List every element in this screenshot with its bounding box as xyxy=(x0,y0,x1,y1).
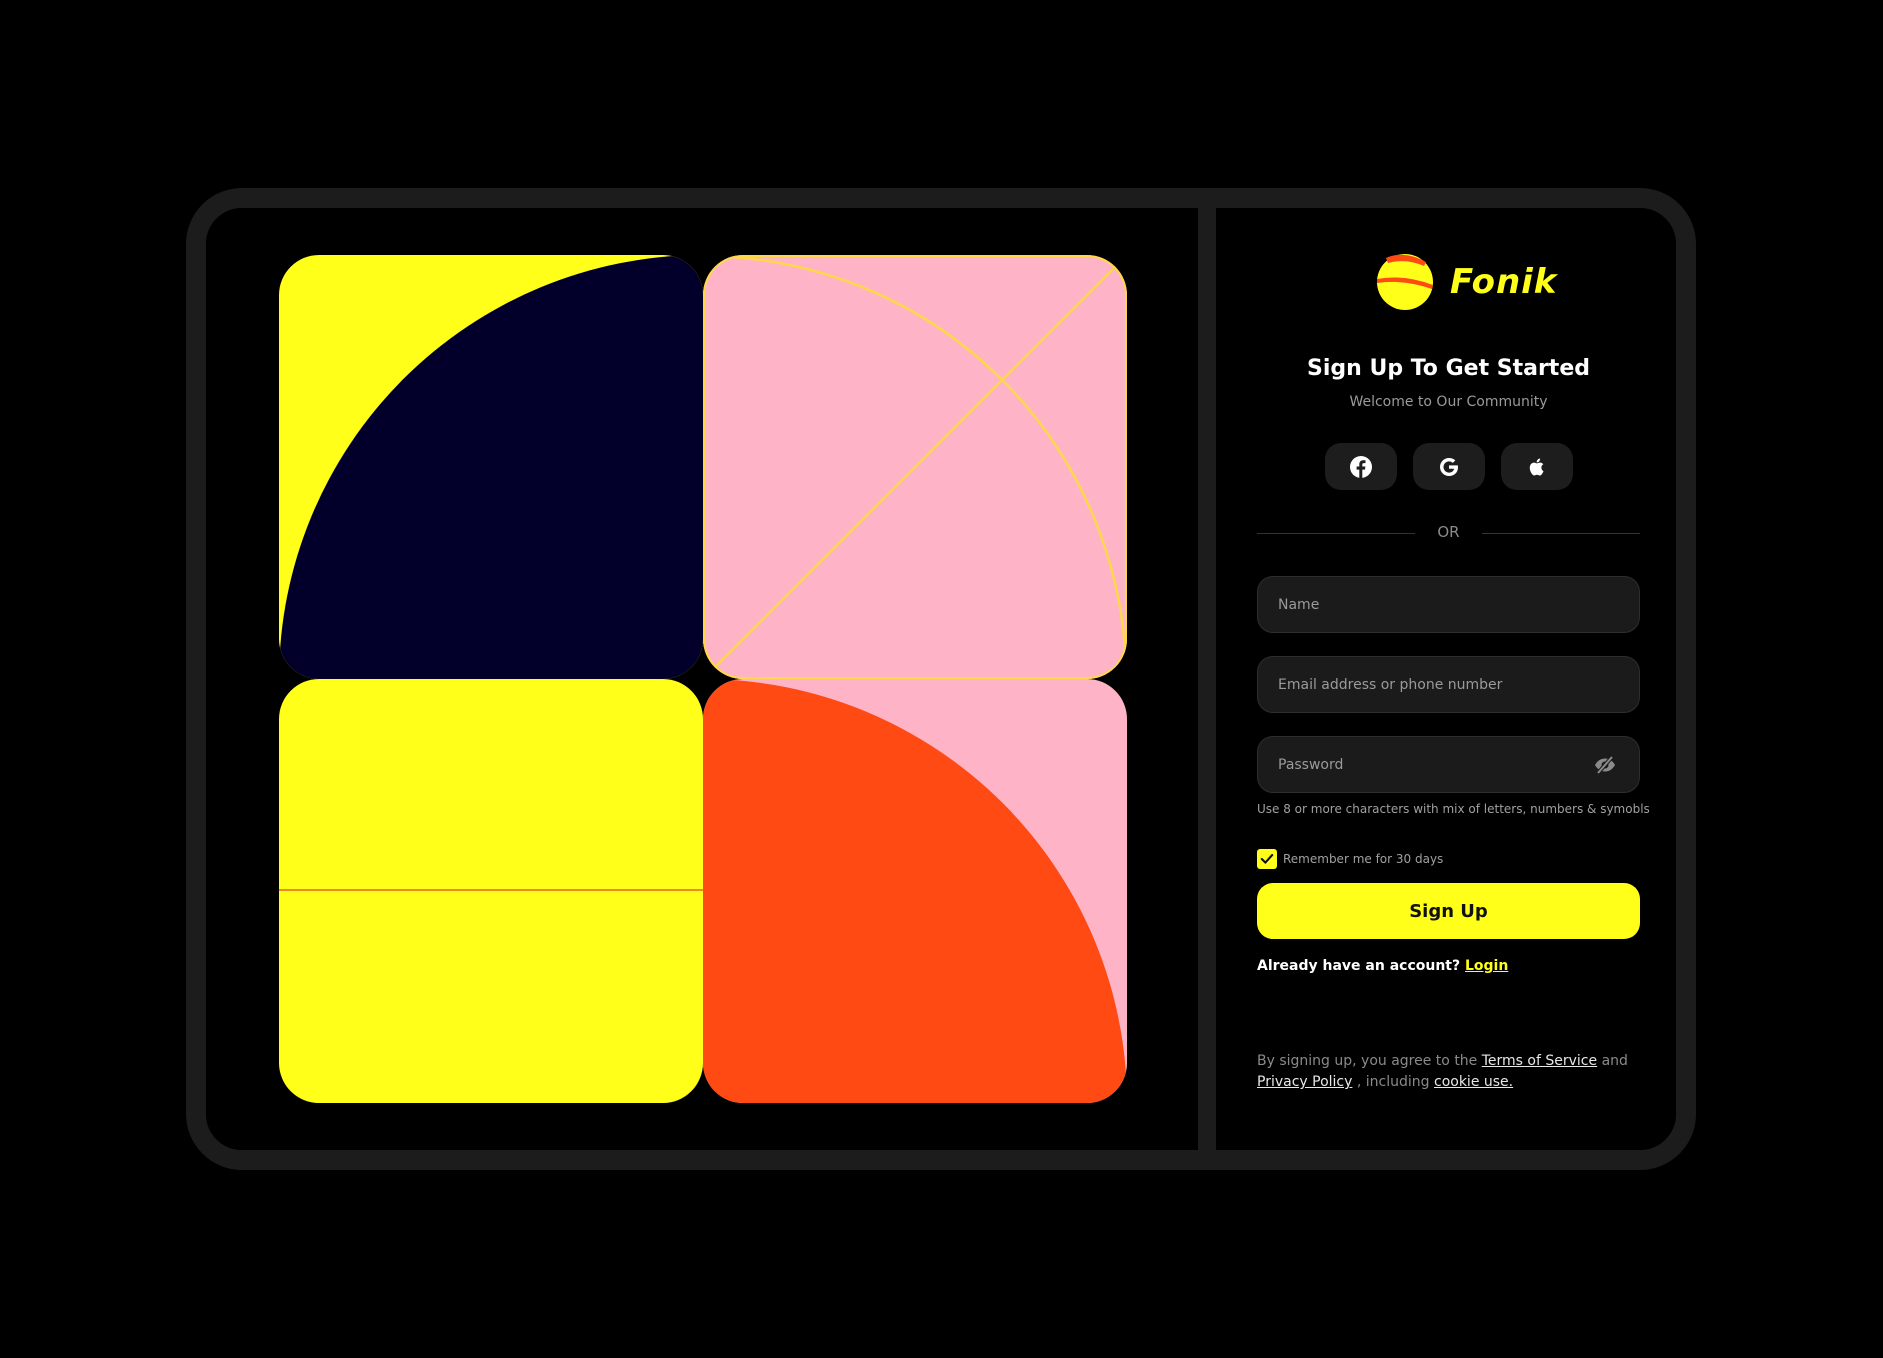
legal-prefix: By signing up, you agree to the xyxy=(1257,1053,1478,1069)
social-login-group xyxy=(1325,443,1573,490)
login-prompt-text: Already have an account? xyxy=(1257,958,1461,974)
password-field xyxy=(1257,736,1640,793)
page-subtitle: Welcome to Our Community xyxy=(1349,394,1548,410)
eye-off-icon[interactable] xyxy=(1593,753,1617,777)
password-hint: Use 8 or more characters with mix of let… xyxy=(1257,802,1650,816)
gold-arc-outline xyxy=(703,255,1127,679)
apple-login-button[interactable] xyxy=(1501,443,1573,490)
remember-me-row: Remember me for 30 days xyxy=(1257,849,1443,869)
panel-divider xyxy=(1198,188,1216,1170)
art-tile-pink-outline xyxy=(703,255,1127,679)
email-input[interactable] xyxy=(1258,676,1639,693)
checkmark-icon xyxy=(1260,853,1274,864)
login-link[interactable]: Login xyxy=(1465,958,1508,974)
terms-of-service-link[interactable]: Terms of Service xyxy=(1482,1053,1597,1069)
or-divider: OR xyxy=(1257,522,1640,544)
fonik-logo-icon xyxy=(1377,254,1433,310)
privacy-policy-link[interactable]: Privacy Policy xyxy=(1257,1074,1352,1090)
login-prompt: Already have an account? Login xyxy=(1257,958,1508,974)
facebook-login-button[interactable] xyxy=(1325,443,1397,490)
page-title: Sign Up To Get Started xyxy=(1307,356,1590,381)
password-input[interactable] xyxy=(1258,756,1593,773)
legal-notice: By signing up, you agree to the Terms of… xyxy=(1257,1051,1657,1093)
sign-up-button[interactable]: Sign Up xyxy=(1257,883,1640,939)
name-field xyxy=(1257,576,1640,633)
facebook-icon xyxy=(1350,455,1372,478)
brand: Fonik xyxy=(1374,252,1557,312)
divider-line-right xyxy=(1482,533,1640,534)
art-tile-navy-quarter-circle xyxy=(279,255,703,679)
cookie-use-link[interactable]: cookie use. xyxy=(1434,1074,1513,1090)
legal-including: , including xyxy=(1356,1074,1430,1090)
art-tile-yellow-split xyxy=(279,679,703,1103)
google-icon xyxy=(1440,457,1458,476)
apple-icon xyxy=(1529,458,1544,476)
geometric-artwork xyxy=(279,255,1127,1103)
navy-quarter-circle-shape xyxy=(279,255,703,679)
email-field xyxy=(1257,656,1640,713)
or-text: OR xyxy=(1437,523,1460,541)
google-login-button[interactable] xyxy=(1413,443,1485,490)
brand-name: Fonik xyxy=(1450,262,1558,302)
remember-me-label: Remember me for 30 days xyxy=(1283,852,1444,866)
orange-quarter-circle-shape xyxy=(703,679,1127,1103)
remember-me-checkbox[interactable] xyxy=(1257,849,1277,869)
name-input[interactable] xyxy=(1258,596,1639,613)
art-tile-orange-quarter-circle xyxy=(703,679,1127,1103)
orange-horizontal-line xyxy=(279,889,703,891)
legal-and: and xyxy=(1601,1053,1628,1069)
